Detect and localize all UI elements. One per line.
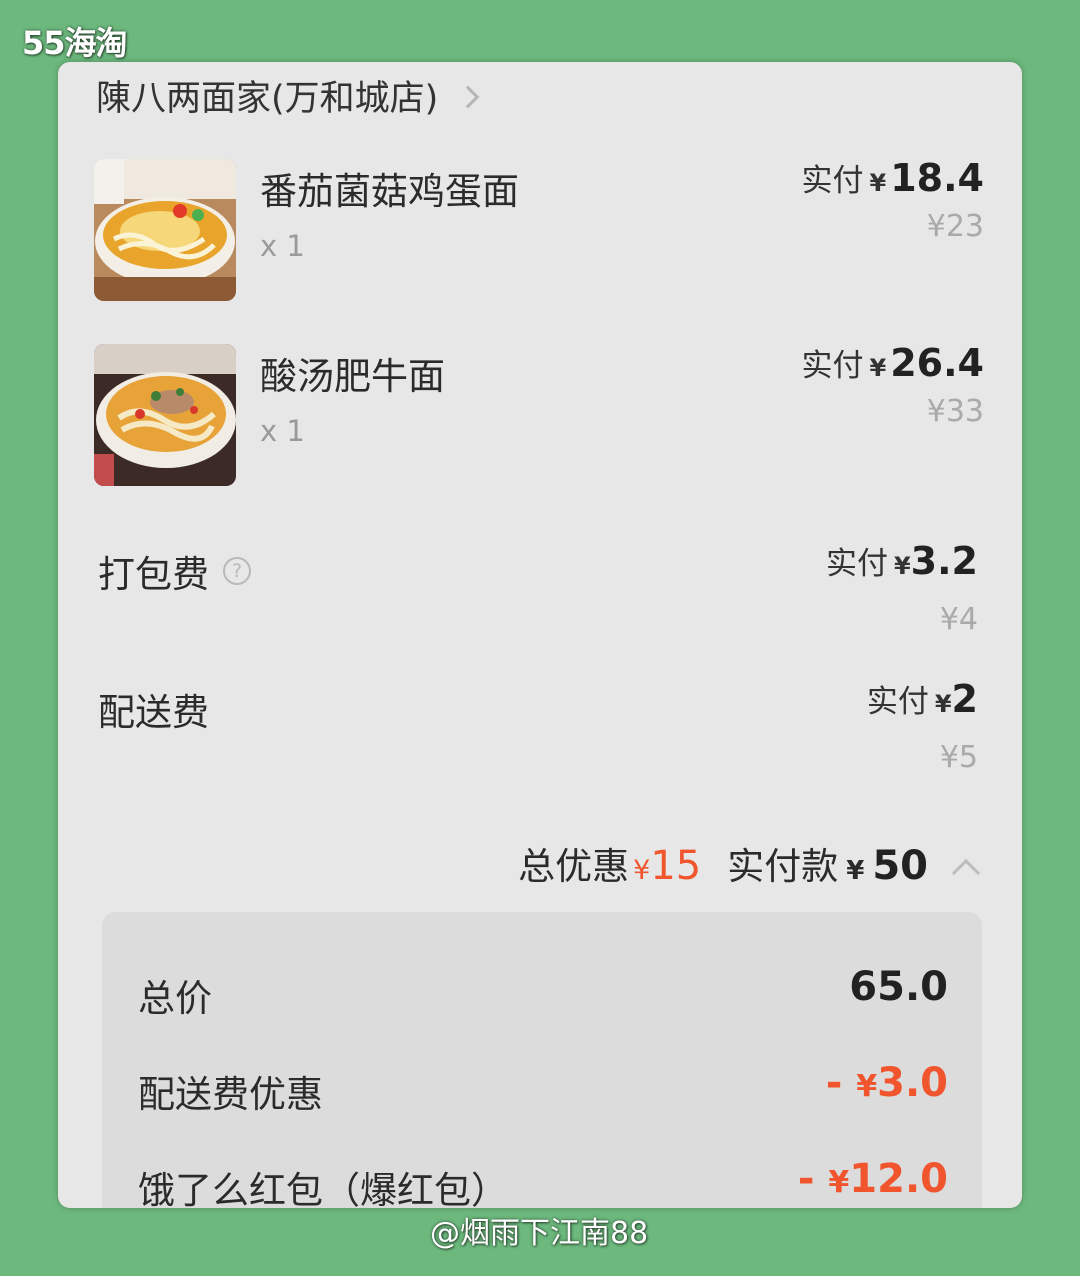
amount-paid-label: 实付款 bbox=[727, 845, 839, 888]
currency-symbol: ¥ bbox=[856, 1069, 878, 1104]
chevron-up-icon bbox=[951, 858, 981, 888]
paid-amount: 3.2 bbox=[910, 539, 978, 583]
order-item[interactable]: 酸汤肥牛面 x 1 实付 ¥26.4 ¥33 bbox=[94, 341, 984, 489]
help-icon[interactable]: ? bbox=[223, 557, 251, 585]
pay-currency: ¥ bbox=[846, 856, 865, 886]
price-summary-toggle[interactable]: 总优惠 ¥ 15 实付款 ¥ 50 bbox=[518, 836, 981, 890]
paid-label: 实付 bbox=[825, 546, 888, 582]
price-breakdown-panel: 总价 65.0 配送费优惠 - ¥3.0 饿了么红包（爆红包） - ¥12.0 bbox=[102, 912, 982, 1208]
currency-symbol: ¥ bbox=[934, 690, 952, 718]
value-amount: 65.0 bbox=[849, 964, 948, 1010]
currency-symbol: ¥ bbox=[869, 354, 887, 382]
value-prefix: - bbox=[825, 1060, 843, 1106]
breakdown-label: 总价 bbox=[138, 977, 212, 1020]
discount-currency: ¥ bbox=[633, 855, 651, 886]
item-original-price: ¥33 bbox=[926, 394, 984, 429]
delivery-fee-original: ¥5 bbox=[939, 740, 978, 775]
delivery-fee-label: 配送费 bbox=[98, 691, 209, 734]
paid-label: 实付 bbox=[801, 348, 864, 384]
breakdown-label: 配送费优惠 bbox=[138, 1073, 323, 1116]
paid-amount: 26.4 bbox=[890, 341, 984, 385]
paid-amount: 18.4 bbox=[890, 156, 984, 200]
chevron-right-icon bbox=[456, 85, 480, 108]
paid-label: 实付 bbox=[866, 684, 929, 720]
watermark-logo: 55海淘 bbox=[22, 24, 128, 62]
currency-symbol: ¥ bbox=[869, 169, 887, 197]
breakdown-value: - ¥3.0 bbox=[826, 1060, 948, 1106]
order-item[interactable]: 番茄菌菇鸡蛋面 x 1 实付 ¥18.4 ¥23 bbox=[94, 156, 984, 304]
delivery-fee-paid: 实付 ¥2 bbox=[867, 676, 978, 721]
total-discount-amount: 15 bbox=[650, 843, 702, 889]
item-paid-price: 实付 ¥26.4 bbox=[802, 340, 984, 385]
order-detail-card: 陳八两面家(万和城店) 番茄菌菇鸡蛋面 x 1 实付 ¥18.4 ¥23 酸汤肥… bbox=[58, 62, 1022, 1208]
breakdown-value: - ¥12.0 bbox=[798, 1156, 948, 1202]
packaging-fee-paid: 实付 ¥3.2 bbox=[826, 538, 978, 583]
dish-image-sour-soup-beef-noodle bbox=[94, 344, 236, 486]
item-name: 酸汤肥牛面 bbox=[260, 355, 445, 398]
value-amount: 3.0 bbox=[877, 1060, 948, 1106]
value-amount: 12.0 bbox=[849, 1156, 948, 1202]
paid-label: 实付 bbox=[801, 163, 864, 199]
packaging-fee-label: 打包费 bbox=[98, 553, 209, 596]
item-quantity: x 1 bbox=[260, 414, 305, 448]
shop-link[interactable]: 陳八两面家(万和城店) bbox=[96, 70, 480, 121]
breakdown-value: 65.0 bbox=[849, 964, 948, 1010]
currency-symbol: ¥ bbox=[893, 552, 911, 580]
item-name: 番茄菌菇鸡蛋面 bbox=[260, 170, 519, 213]
paid-amount: 2 bbox=[951, 677, 978, 721]
value-prefix: - bbox=[797, 1156, 815, 1202]
amount-paid: 50 bbox=[872, 843, 928, 889]
item-original-price: ¥23 bbox=[926, 209, 984, 244]
currency-symbol: ¥ bbox=[828, 1165, 850, 1200]
breakdown-label: 饿了么红包（爆红包） bbox=[138, 1169, 508, 1208]
total-discount-label: 总优惠 bbox=[518, 845, 630, 888]
shop-name: 陳八两面家(万和城店) bbox=[96, 79, 439, 119]
item-quantity: x 1 bbox=[260, 229, 305, 263]
dish-image-tomato-mushroom-egg-noodle bbox=[94, 159, 236, 301]
packaging-fee-original: ¥4 bbox=[939, 602, 978, 637]
item-paid-price: 实付 ¥18.4 bbox=[802, 155, 984, 200]
watermark-author: @烟雨下江南88 bbox=[430, 1216, 649, 1251]
